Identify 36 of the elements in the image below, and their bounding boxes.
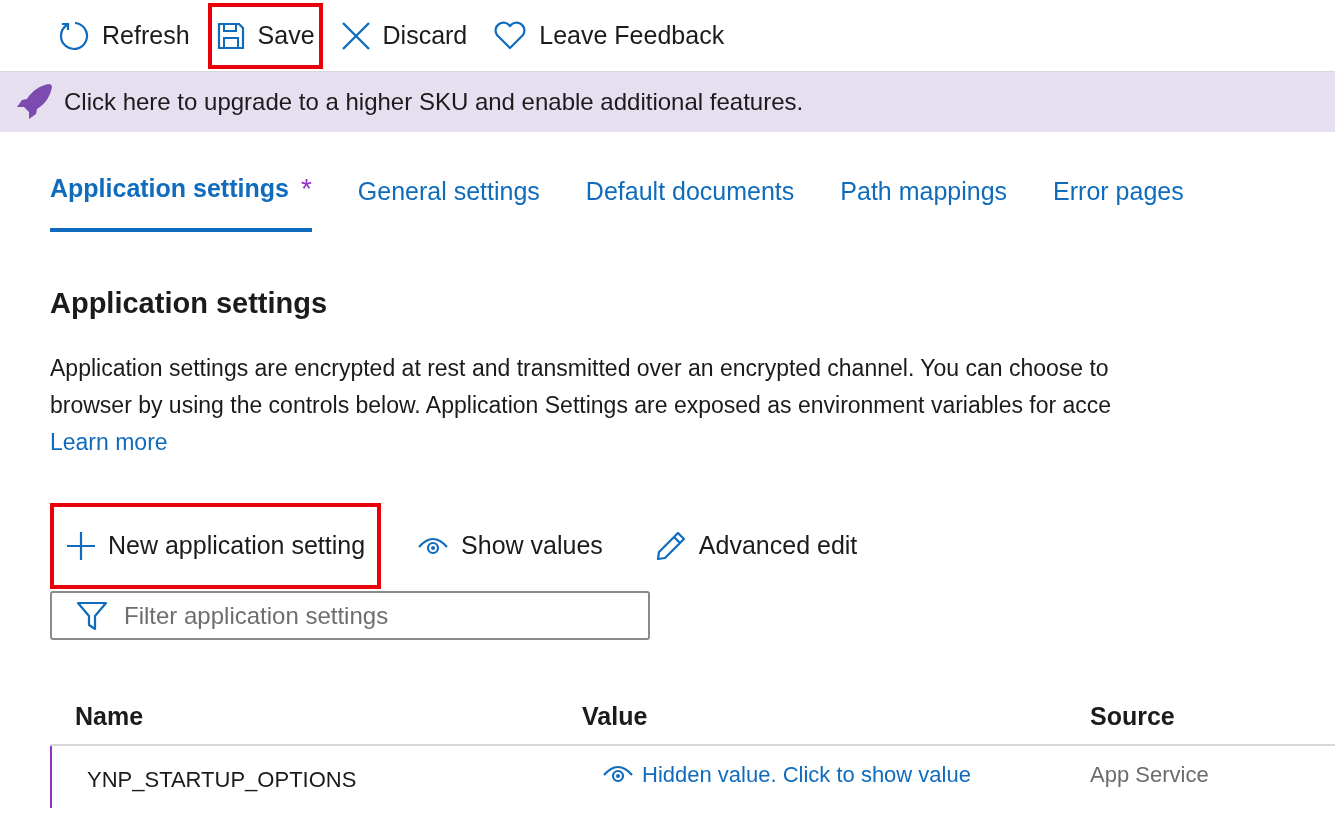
tab[interactable]: Default documents <box>585 172 795 232</box>
learn-more-link[interactable]: Learn more <box>50 424 168 461</box>
pencil-icon <box>654 530 687 562</box>
refresh-button[interactable]: Refresh <box>50 2 198 69</box>
close-icon <box>340 20 371 51</box>
heart-icon <box>493 20 528 51</box>
new-setting-button[interactable]: New application setting <box>50 503 382 589</box>
table-cell-text: YNP_STARTUP_OPTIONS <box>86 765 358 794</box>
section-heading: Application settings <box>50 286 329 321</box>
feedback-button[interactable]: Leave Feedback <box>485 2 733 69</box>
column-header: Name <box>74 701 145 733</box>
eye-icon <box>602 763 634 785</box>
show-values-button[interactable]: Show values <box>401 503 619 589</box>
column-header: Source <box>1090 701 1176 733</box>
banner-text: Click here to upgrade to a higher SKU and enable additional features. <box>64 87 804 117</box>
tab[interactable]: Application settings * <box>50 168 312 232</box>
modified-mark: * <box>300 172 312 206</box>
tab[interactable]: General settings <box>357 172 540 232</box>
filter-field[interactable]: Filter application settings <box>50 591 650 640</box>
eye-icon <box>417 535 450 557</box>
upgrade-banner[interactable]: Click here to upgrade to a higher SKU and enable additional features. <box>0 72 1335 132</box>
description-text: browser by using the controls below. Application Settings are exposed as environment variables for acce <box>50 391 1113 420</box>
tab[interactable]: Path mappings <box>840 172 1008 232</box>
advanced-edit-button[interactable]: Advanced edit <box>638 503 874 589</box>
save-button[interactable]: Save <box>207 2 323 69</box>
plus-icon <box>66 531 96 561</box>
save-icon <box>215 20 246 51</box>
rocket-icon <box>14 82 54 122</box>
filter-icon <box>76 601 108 631</box>
tab[interactable]: Error pages <box>1053 172 1184 232</box>
description-text: Application settings are encrypted at rest and transmitted over an encrypted channel. You can choose to <box>50 354 1110 383</box>
refresh-icon <box>58 19 90 52</box>
column-header: Value <box>582 701 649 733</box>
discard-button[interactable]: Discard <box>332 2 476 69</box>
show-value-link[interactable]: Hidden value. Click to show value <box>602 757 971 791</box>
table-cell-text: App Service <box>1090 760 1209 789</box>
